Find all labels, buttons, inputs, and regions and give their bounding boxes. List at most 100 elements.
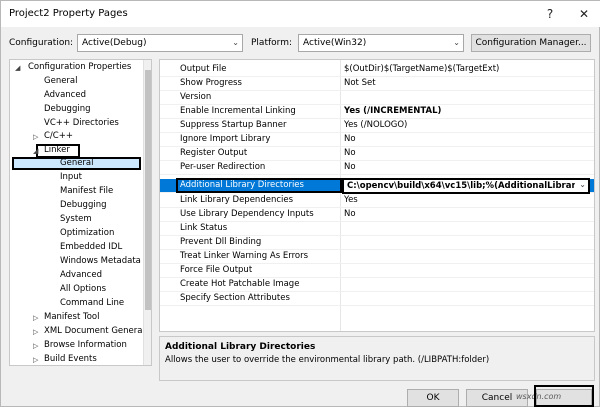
expand-arrow-icon[interactable]: ▷ xyxy=(33,356,38,364)
grid-row[interactable]: Specify Section Attributes xyxy=(160,292,594,306)
chevron-down-icon[interactable]: ⌄ xyxy=(579,180,586,189)
close-button[interactable]: ✕ xyxy=(573,5,595,23)
property-value: C:\opencv\build\x64\vc15\lib;%(Additiona… xyxy=(347,181,575,191)
tree-item-manifest-file[interactable]: Manifest File xyxy=(60,185,113,198)
additional-library-directories-input[interactable]: C:\opencv\build\x64\vc15\lib;%(Additiona… xyxy=(342,178,590,194)
tree-item-linker-debugging[interactable]: Debugging xyxy=(60,199,107,212)
ok-button[interactable]: OK xyxy=(407,389,459,407)
property-name: Link Library Dependencies xyxy=(180,195,294,205)
grid-row[interactable]: Per-user Redirection No xyxy=(160,161,594,175)
chevron-down-icon: ⌄ xyxy=(453,38,460,47)
platform-value: Active(Win32) xyxy=(303,38,367,48)
grid-row[interactable]: Create Hot Patchable Image xyxy=(160,278,594,292)
property-value xyxy=(344,278,584,291)
platform-select[interactable]: Active(Win32) ⌄ xyxy=(298,34,464,52)
grid-row[interactable]: Enable Incremental Linking Yes (/INCREME… xyxy=(160,105,594,119)
property-name: Enable Incremental Linking xyxy=(180,106,296,116)
grid-row[interactable]: Link Status xyxy=(160,222,594,236)
tree-item-linker[interactable]: Linker xyxy=(44,144,70,157)
property-name: Force File Output xyxy=(180,265,253,275)
grid-row-selected[interactable]: Additional Library Directories C:\opencv… xyxy=(160,178,594,194)
configuration-row: Configuration: Active(Debug) ⌄ Platform:… xyxy=(1,31,600,55)
tree-item-advanced[interactable]: Advanced xyxy=(44,89,86,102)
property-name: Output File xyxy=(180,64,227,74)
property-value xyxy=(344,91,584,104)
expand-arrow-icon[interactable]: ▷ xyxy=(33,342,38,350)
grid-row[interactable]: Treat Linker Warning As Errors xyxy=(160,250,594,264)
chevron-down-icon: ⌄ xyxy=(232,38,239,47)
property-value: Not Set xyxy=(344,78,376,88)
property-value xyxy=(344,264,584,277)
configuration-label: Configuration: xyxy=(9,38,74,48)
grid-row[interactable]: Output File $(OutDir)$(TargetName)$(Targ… xyxy=(160,63,594,77)
description-title: Additional Library Directories xyxy=(165,342,316,352)
configuration-value: Active(Debug) xyxy=(82,38,147,48)
tree-item-general[interactable]: General xyxy=(44,75,78,88)
grid-row[interactable]: Link Library Dependencies Yes xyxy=(160,194,594,208)
tree-item-linker-general[interactable]: General xyxy=(60,157,94,170)
grid-row[interactable]: Force File Output xyxy=(160,264,594,278)
property-grid[interactable]: Output File $(OutDir)$(TargetName)$(Targ… xyxy=(159,59,595,332)
tree-item-debugging[interactable]: Debugging xyxy=(44,103,91,116)
platform-label: Platform: xyxy=(251,38,292,48)
property-value: No xyxy=(344,162,356,172)
tree-item-embedded-idl[interactable]: Embedded IDL xyxy=(60,241,122,254)
tree-item-xml-document-generator[interactable]: XML Document Genera xyxy=(44,325,142,338)
property-name: Version xyxy=(180,92,212,102)
property-name: Suppress Startup Banner xyxy=(180,120,287,130)
tree-item-build-events[interactable]: Build Events xyxy=(44,353,97,365)
property-tree[interactable]: ◢ Configuration Properties General Advan… xyxy=(9,59,152,366)
description-text: Allows the user to override the environm… xyxy=(165,355,490,365)
grid-row[interactable]: Suppress Startup Banner Yes (/NOLOGO) xyxy=(160,119,594,133)
configuration-select[interactable]: Active(Debug) ⌄ xyxy=(77,34,243,52)
tree-item-browse-information[interactable]: Browse Information xyxy=(44,339,127,352)
property-name: Specify Section Attributes xyxy=(180,293,290,303)
property-name: Show Progress xyxy=(180,78,242,88)
collapse-arrow-icon[interactable]: ◢ xyxy=(33,147,38,155)
property-name: Use Library Dependency Inputs xyxy=(180,209,314,219)
tree-item-input[interactable]: Input xyxy=(60,171,82,184)
property-value: $(OutDir)$(TargetName)$(TargetExt) xyxy=(344,64,500,74)
title-bar: Project2 Property Pages ? ✕ xyxy=(1,1,600,27)
property-value xyxy=(344,250,584,263)
property-name: Link Status xyxy=(180,223,228,233)
property-pages-dialog: Project2 Property Pages ? ✕ Configuratio… xyxy=(0,0,600,407)
property-value xyxy=(344,292,584,305)
tree-item-c-cpp[interactable]: C/C++ xyxy=(44,130,73,143)
grid-row[interactable]: Register Output No xyxy=(160,147,594,161)
tree-item-linker-advanced[interactable]: Advanced xyxy=(60,269,102,282)
property-name: Create Hot Patchable Image xyxy=(180,279,300,289)
tree-item-manifest-tool[interactable]: Manifest Tool xyxy=(44,311,100,324)
tree-scrollbar[interactable] xyxy=(143,60,151,365)
help-button[interactable]: ? xyxy=(539,5,561,23)
grid-row[interactable]: Use Library Dependency Inputs No xyxy=(160,208,594,222)
description-panel: Additional Library Directories Allows th… xyxy=(159,336,595,381)
grid-row[interactable]: Version xyxy=(160,91,594,105)
tree-item-optimization[interactable]: Optimization xyxy=(60,227,114,240)
apply-highlight-box xyxy=(534,385,594,407)
tree-scrollbar-thumb[interactable] xyxy=(145,70,151,310)
property-value: No xyxy=(344,209,356,219)
property-name: Treat Linker Warning As Errors xyxy=(180,251,308,261)
property-name: Register Output xyxy=(180,148,248,158)
property-value: No xyxy=(344,134,356,144)
grid-row[interactable]: Ignore Import Library No xyxy=(160,133,594,147)
expand-arrow-icon[interactable]: ▷ xyxy=(33,314,38,322)
window-title: Project2 Property Pages xyxy=(9,8,128,19)
collapse-arrow-icon[interactable]: ◢ xyxy=(15,64,20,72)
tree-item-vc-directories[interactable]: VC++ Directories xyxy=(44,117,119,130)
property-value xyxy=(344,222,584,235)
tree-item-command-line[interactable]: Command Line xyxy=(60,297,124,310)
configuration-manager-button[interactable]: Configuration Manager... xyxy=(471,34,591,52)
tree-item-configuration-properties[interactable]: Configuration Properties xyxy=(28,61,131,74)
expand-arrow-icon[interactable]: ▷ xyxy=(33,133,38,141)
tree-item-system[interactable]: System xyxy=(60,213,92,226)
tree-item-all-options[interactable]: All Options xyxy=(60,283,106,296)
expand-arrow-icon[interactable]: ▷ xyxy=(33,328,38,336)
grid-row[interactable]: Prevent Dll Binding xyxy=(160,236,594,250)
property-name-highlight-box xyxy=(176,178,342,193)
property-value: Yes xyxy=(344,195,358,205)
tree-item-windows-metadata[interactable]: Windows Metadata xyxy=(60,255,141,268)
property-name: Per-user Redirection xyxy=(180,162,266,172)
grid-row[interactable]: Show Progress Not Set xyxy=(160,77,594,91)
